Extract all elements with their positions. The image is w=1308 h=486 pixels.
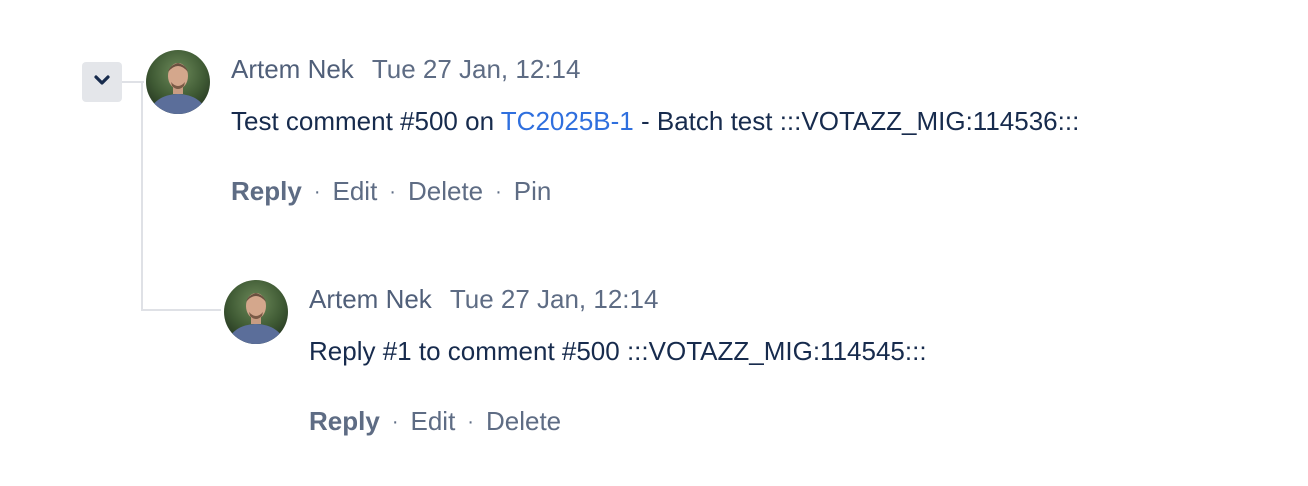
comment-text: - Batch test :::VOTAZZ_MIG:114536::: [633, 106, 1080, 136]
separator: · [495, 181, 502, 203]
separator: · [313, 181, 321, 203]
avatar[interactable] [224, 280, 288, 344]
thread-connector [141, 81, 143, 311]
separator: · [467, 411, 474, 433]
edit-button[interactable]: Edit [332, 176, 377, 207]
pin-button[interactable]: Pin [514, 176, 552, 207]
comment-body: Reply #1 to comment #500 :::VOTAZZ_MIG:1… [309, 336, 927, 367]
comment-timestamp[interactable]: Tue 27 Jan, 12:14 [450, 284, 659, 315]
comment-text: Reply #1 to comment #500 :::VOTAZZ_MIG:1… [309, 336, 927, 366]
comment-author[interactable]: Artem Nek [231, 54, 354, 85]
separator: · [389, 181, 396, 203]
comment-body: Test comment #500 on TC2025B-1 - Batch t… [231, 106, 1079, 137]
comment-text: Test comment #500 on [231, 106, 501, 136]
comment-actions: Reply · Edit · Delete · Pin [231, 176, 551, 207]
avatar[interactable] [146, 50, 210, 114]
comment-actions: Reply · Edit · Delete [309, 406, 561, 437]
chevron-down-icon [92, 73, 112, 92]
comment: Artem Nek Tue 27 Jan, 12:14 [231, 54, 580, 85]
reply-button[interactable]: Reply [309, 406, 380, 437]
edit-button[interactable]: Edit [410, 406, 455, 437]
reply-comment: Artem Nek Tue 27 Jan, 12:14 [309, 284, 658, 315]
delete-button[interactable]: Delete [486, 406, 561, 437]
delete-button[interactable]: Delete [408, 176, 483, 207]
comment-timestamp[interactable]: Tue 27 Jan, 12:14 [372, 54, 581, 85]
collapse-thread-button[interactable] [82, 62, 122, 102]
separator: · [391, 411, 399, 433]
comment-meta: Artem Nek Tue 27 Jan, 12:14 [309, 284, 658, 315]
comment-meta: Artem Nek Tue 27 Jan, 12:14 [231, 54, 580, 85]
comment-author[interactable]: Artem Nek [309, 284, 432, 315]
reply-button[interactable]: Reply [231, 176, 302, 207]
issue-link[interactable]: TC2025B-1 [501, 106, 634, 136]
thread-connector [141, 309, 221, 311]
